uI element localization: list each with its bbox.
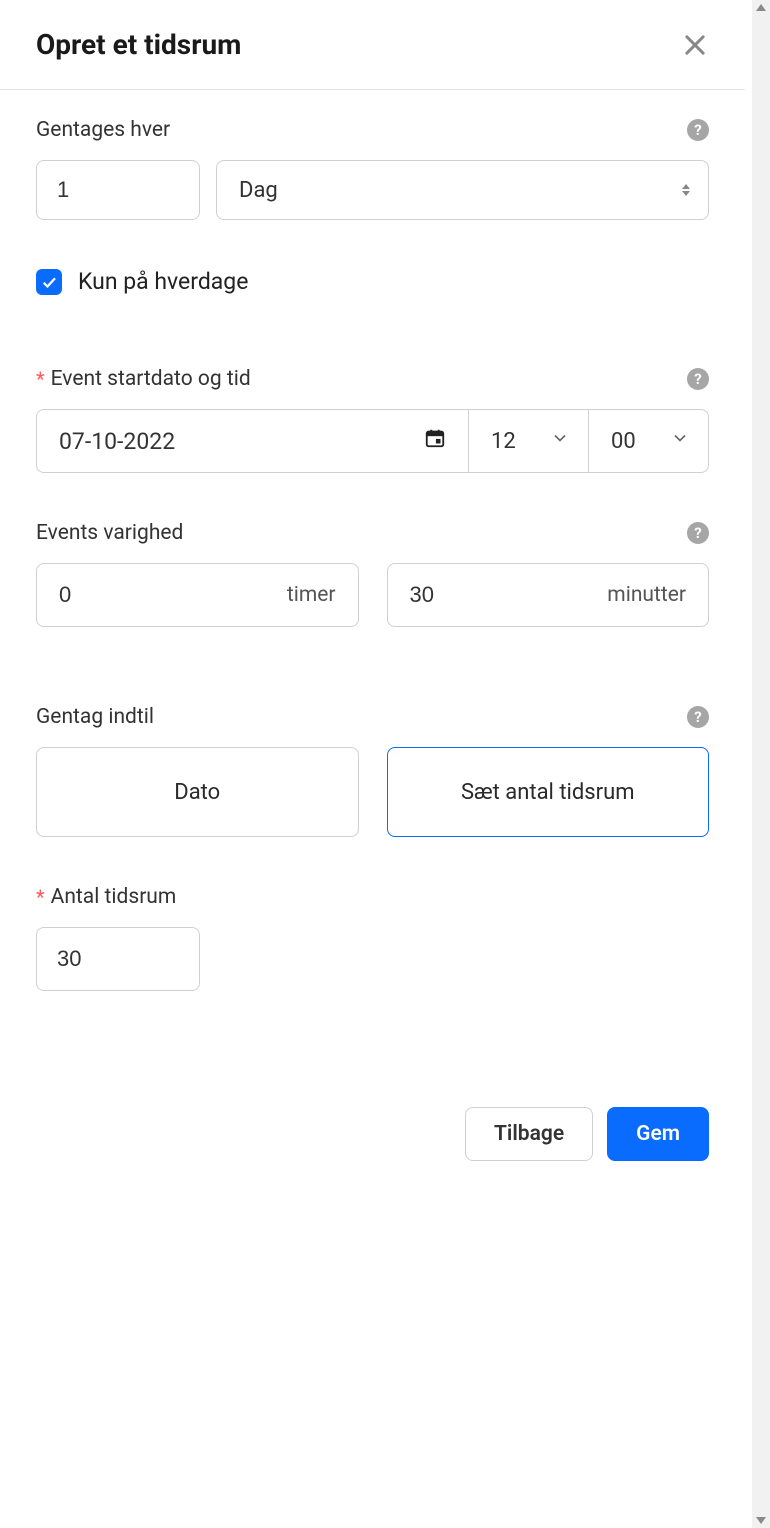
repeat-label: Gentages hver bbox=[36, 118, 170, 142]
chevron-down-icon bbox=[670, 428, 690, 454]
close-button[interactable] bbox=[681, 31, 709, 59]
dialog-content: Opret et tidsrum Gentages hver ? Dag bbox=[0, 0, 745, 1528]
start-hour-select[interactable]: 12 bbox=[469, 409, 589, 473]
weekdays-only-checkbox[interactable] bbox=[36, 269, 62, 295]
dialog-header: Opret et tidsrum bbox=[0, 0, 745, 90]
start-minute-select[interactable]: 00 bbox=[589, 409, 709, 473]
date-row: 07-10-2022 12 bbox=[36, 409, 709, 473]
save-button[interactable]: Gem bbox=[607, 1107, 709, 1161]
back-button-label: Tilbage bbox=[494, 1122, 564, 1146]
start-label-text: Event startdato og tid bbox=[51, 367, 251, 391]
dialog-footer: Tilbage Gem bbox=[0, 1107, 745, 1161]
start-hour-value: 12 bbox=[491, 429, 516, 454]
duration-group: Events varighed ? timer minutter bbox=[36, 521, 709, 627]
scroll-up-arrow-icon[interactable] bbox=[756, 4, 766, 11]
label-row: Gentages hver ? bbox=[36, 118, 709, 142]
duration-hours-wrap: timer bbox=[36, 563, 359, 627]
save-button-label: Gem bbox=[636, 1122, 680, 1146]
count-group: * Antal tidsrum bbox=[36, 885, 709, 991]
check-icon bbox=[40, 273, 58, 291]
help-icon[interactable]: ? bbox=[687, 522, 709, 544]
duration-minutes-wrap: minutter bbox=[387, 563, 710, 627]
count-input[interactable] bbox=[36, 927, 200, 991]
repeat-interval-group: Gentages hver ? Dag bbox=[36, 118, 709, 220]
option-label: Sæt antal tidsrum bbox=[461, 780, 635, 805]
help-icon[interactable]: ? bbox=[687, 368, 709, 390]
vertical-scrollbar[interactable] bbox=[752, 0, 770, 1528]
minutes-suffix: minutter bbox=[607, 583, 686, 607]
option-label: Dato bbox=[174, 780, 220, 805]
weekdays-only-label: Kun på hverdage bbox=[78, 268, 248, 295]
duration-minutes-input[interactable] bbox=[410, 582, 470, 608]
dialog-title: Opret et tidsrum bbox=[36, 28, 241, 61]
updown-caret-icon bbox=[682, 184, 690, 196]
toggle-row: Dato Sæt antal tidsrum bbox=[36, 747, 709, 837]
label-row: Gentag indtil ? bbox=[36, 705, 709, 729]
start-date-value: 07-10-2022 bbox=[59, 428, 175, 455]
duration-hours-input[interactable] bbox=[59, 582, 119, 608]
start-label: * Event startdato og tid bbox=[36, 367, 251, 391]
count-label: * Antal tidsrum bbox=[36, 885, 176, 909]
count-label-text: Antal tidsrum bbox=[51, 885, 177, 909]
chevron-down-icon bbox=[550, 428, 570, 454]
repeat-unit-value: Dag bbox=[239, 178, 278, 203]
required-star-icon: * bbox=[36, 887, 45, 907]
required-star-icon: * bbox=[36, 369, 45, 389]
help-icon[interactable]: ? bbox=[687, 706, 709, 728]
repeat-until-label: Gentag indtil bbox=[36, 705, 154, 729]
duration-label: Events varighed bbox=[36, 521, 183, 545]
repeat-unit-select[interactable]: Dag bbox=[216, 160, 709, 220]
start-datetime-group: * Event startdato og tid ? 07-10-2022 bbox=[36, 367, 709, 473]
form-body: Gentages hver ? Dag K bbox=[0, 90, 745, 1047]
duration-row: timer minutter bbox=[36, 563, 709, 627]
back-button[interactable]: Tilbage bbox=[465, 1107, 593, 1161]
repeat-until-date-option[interactable]: Dato bbox=[36, 747, 359, 837]
repeat-until-count-option[interactable]: Sæt antal tidsrum bbox=[387, 747, 710, 837]
start-date-input[interactable]: 07-10-2022 bbox=[36, 409, 469, 473]
scroll-down-arrow-icon[interactable] bbox=[756, 1517, 766, 1524]
start-minute-value: 00 bbox=[611, 429, 636, 454]
label-row: * Event startdato og tid ? bbox=[36, 367, 709, 391]
label-row: * Antal tidsrum bbox=[36, 885, 709, 909]
repeat-until-group: Gentag indtil ? Dato Sæt antal tidsrum bbox=[36, 705, 709, 837]
label-row: Events varighed ? bbox=[36, 521, 709, 545]
calendar-icon bbox=[424, 427, 446, 455]
help-icon[interactable]: ? bbox=[687, 119, 709, 141]
hours-suffix: timer bbox=[287, 583, 336, 607]
weekdays-only-row: Kun på hverdage bbox=[36, 268, 709, 295]
close-icon bbox=[681, 31, 709, 59]
repeat-interval-input[interactable] bbox=[36, 160, 200, 220]
repeat-row: Dag bbox=[36, 160, 709, 220]
